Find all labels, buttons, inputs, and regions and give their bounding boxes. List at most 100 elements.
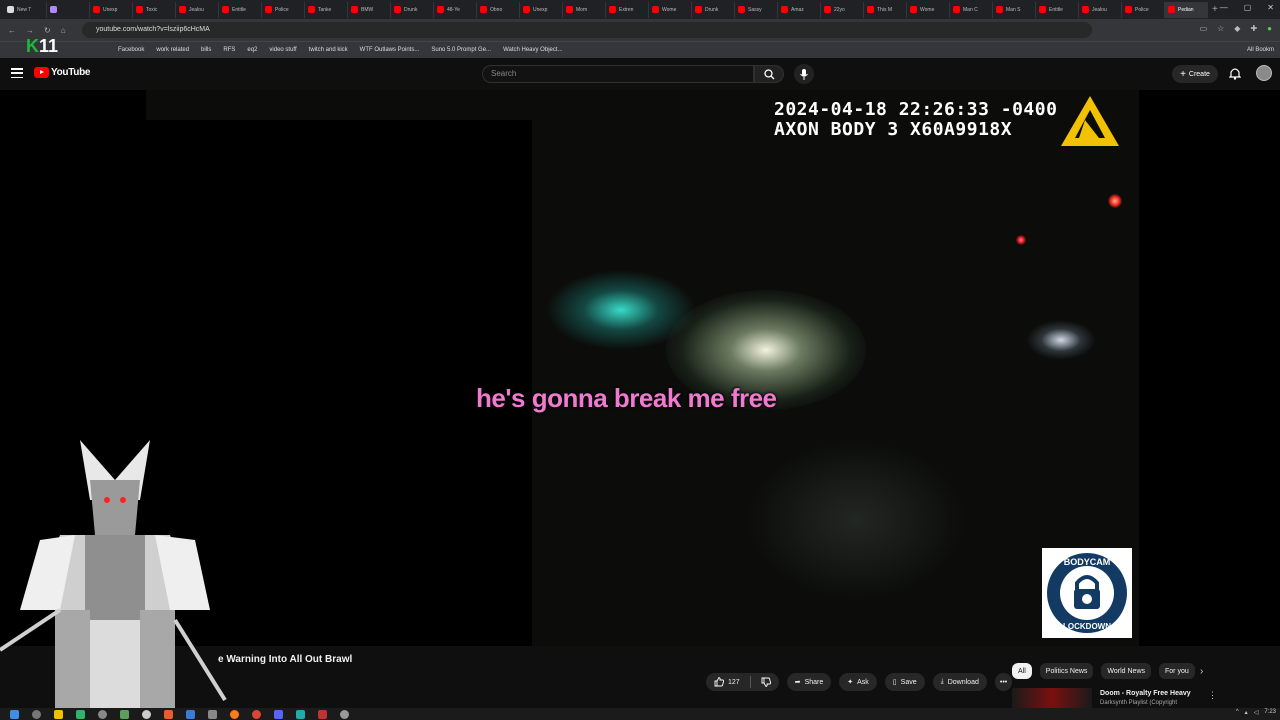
- install-icon[interactable]: ▭: [1200, 24, 1208, 33]
- app-icon[interactable]: [164, 709, 173, 719]
- browser-tab[interactable]: Police: [1122, 1, 1165, 18]
- browser-tab[interactable]: 48-Ye: [434, 1, 477, 18]
- kebab-menu-icon[interactable]: ⋮: [1208, 690, 1217, 701]
- search-taskbar-icon[interactable]: [32, 709, 41, 719]
- clock[interactable]: 7:23: [1264, 709, 1276, 716]
- browser-tab[interactable]: New T: [4, 1, 47, 18]
- puzzle-icon[interactable]: ✚: [1250, 24, 1257, 33]
- chevron-right-icon[interactable]: ›: [1200, 666, 1203, 677]
- home-icon[interactable]: ⌂: [61, 26, 66, 35]
- app-icon[interactable]: [340, 709, 349, 719]
- browser-tab[interactable]: Drunk: [391, 1, 434, 18]
- filter-chip[interactable]: All: [1012, 663, 1032, 679]
- browser-tab[interactable]: Unexp: [90, 1, 133, 18]
- browser-tab[interactable]: Entitle: [219, 1, 262, 18]
- browser-tab[interactable]: Man S: [993, 1, 1036, 18]
- browser-tab[interactable]: Jealou: [1079, 1, 1122, 18]
- browser-tab[interactable]: Sassy: [735, 1, 778, 18]
- hamburger-menu-icon[interactable]: [11, 67, 23, 79]
- browser-tab[interactable]: Pedian: [1165, 1, 1208, 18]
- search-button[interactable]: [754, 65, 784, 83]
- network-icon[interactable]: ▴: [1245, 709, 1248, 716]
- browser-tab[interactable]: Obno: [477, 1, 520, 18]
- bookmark-item[interactable]: work related: [156, 47, 189, 53]
- browser-tab[interactable]: 22yo: [821, 1, 864, 18]
- bookmark-item[interactable]: eq2: [247, 47, 257, 53]
- discord-icon[interactable]: [274, 709, 283, 719]
- browser-tab[interactable]: [47, 1, 90, 18]
- app-icon[interactable]: [318, 709, 327, 719]
- download-button[interactable]: ⤓ Download: [932, 673, 987, 691]
- filter-chip[interactable]: World News: [1101, 663, 1152, 679]
- app-icon[interactable]: [76, 709, 85, 719]
- firefox-icon[interactable]: [230, 709, 239, 719]
- recommended-title[interactable]: Doom - Royalty Free Heavy: [1100, 690, 1191, 697]
- like-button[interactable]: 127: [714, 677, 740, 687]
- more-actions-button[interactable]: •••: [994, 673, 1013, 691]
- back-icon[interactable]: ←: [8, 26, 16, 35]
- browser-tab[interactable]: Tanke: [305, 1, 348, 18]
- volume-icon[interactable]: ◁: [1254, 709, 1259, 716]
- folder-icon[interactable]: [54, 709, 63, 719]
- browser-tab[interactable]: BMW: [348, 1, 391, 18]
- reload-icon[interactable]: ↻: [44, 26, 51, 35]
- share-button[interactable]: ➦ Share: [786, 673, 832, 691]
- browser-tab[interactable]: Wome: [649, 1, 692, 18]
- new-tab-icon[interactable]: +: [1212, 4, 1218, 15]
- ask-button[interactable]: ✦ Ask: [839, 673, 877, 691]
- bookmark-item[interactable]: RFS: [223, 47, 235, 53]
- bookmark-item[interactable]: bills: [201, 47, 211, 53]
- browser-tab[interactable]: Mom: [563, 1, 606, 18]
- browser-tab[interactable]: Toxic: [133, 1, 176, 18]
- account-avatar[interactable]: [1256, 65, 1272, 81]
- extension-icon[interactable]: ◆: [1234, 24, 1240, 33]
- tray-chevron-icon[interactable]: ^: [1236, 709, 1239, 716]
- chrome-icon[interactable]: [252, 709, 261, 719]
- forward-icon[interactable]: →: [26, 26, 34, 35]
- create-button[interactable]: + Create: [1172, 65, 1218, 83]
- voice-search-button[interactable]: [794, 64, 814, 84]
- filter-chip[interactable]: Politics News: [1039, 663, 1094, 679]
- youtube-logo[interactable]: YouTube: [34, 67, 91, 78]
- video-frame[interactable]: 2024-04-18 22:26:33 -0400 AXON BODY 3 X6…: [146, 90, 1139, 646]
- bookmark-item[interactable]: video stuff: [269, 47, 296, 53]
- settings-icon[interactable]: [98, 709, 107, 719]
- browser-tab[interactable]: Wome: [907, 1, 950, 18]
- browser-tab[interactable]: Police: [262, 1, 305, 18]
- app-icon[interactable]: [186, 709, 195, 719]
- minimize-icon[interactable]: —: [1220, 3, 1228, 12]
- all-bookmarks[interactable]: All Bookm: [1247, 47, 1274, 53]
- close-window-icon[interactable]: ✕: [1267, 3, 1274, 12]
- browser-tab[interactable]: Extren: [606, 1, 649, 18]
- star-icon[interactable]: ☆: [1217, 24, 1224, 33]
- thumbs-down-icon[interactable]: [761, 677, 771, 687]
- app-icon[interactable]: [120, 709, 129, 719]
- bookmark-item[interactable]: twitch and kick: [309, 47, 348, 53]
- bookmark-item[interactable]: Facebook: [118, 47, 144, 53]
- app-icon[interactable]: [142, 709, 151, 719]
- app-icon[interactable]: [296, 709, 305, 719]
- browser-tab[interactable]: Drunk: [692, 1, 735, 18]
- app-icon[interactable]: [208, 709, 217, 719]
- browser-tab[interactable]: Amaz: [778, 1, 821, 18]
- filter-chip[interactable]: For you: [1159, 663, 1195, 679]
- url-field[interactable]: youtube.com/watch?v=lsziip6cHcMA: [82, 22, 1092, 38]
- tab-favicon-icon: [394, 6, 401, 13]
- browser-tab[interactable]: Man C: [950, 1, 993, 18]
- start-icon[interactable]: [10, 709, 19, 719]
- browser-tab[interactable]: This M: [864, 1, 907, 18]
- tab-label: Jealou: [1092, 6, 1107, 13]
- profile-icon[interactable]: ●: [1267, 24, 1272, 33]
- maximize-icon[interactable]: ▢: [1244, 3, 1252, 12]
- bookmark-item[interactable]: Watch Heavy Object...: [503, 47, 562, 53]
- recommended-video[interactable]: Doom - Royalty Free Heavy Darksynth Play…: [1012, 688, 1272, 710]
- bookmark-item[interactable]: WTF Outlaws Points...: [360, 47, 420, 53]
- bookmark-item[interactable]: Suno 5.0 Prompt Ge...: [431, 47, 491, 53]
- recommended-thumbnail[interactable]: [1012, 688, 1092, 710]
- save-button[interactable]: ▯ Save: [884, 673, 925, 691]
- browser-tab[interactable]: Jealou: [176, 1, 219, 18]
- browser-tab[interactable]: Entitle: [1036, 1, 1079, 18]
- notifications-bell-icon[interactable]: [1229, 67, 1241, 80]
- search-input[interactable]: Search: [482, 65, 754, 83]
- browser-tab[interactable]: Unexp: [520, 1, 563, 18]
